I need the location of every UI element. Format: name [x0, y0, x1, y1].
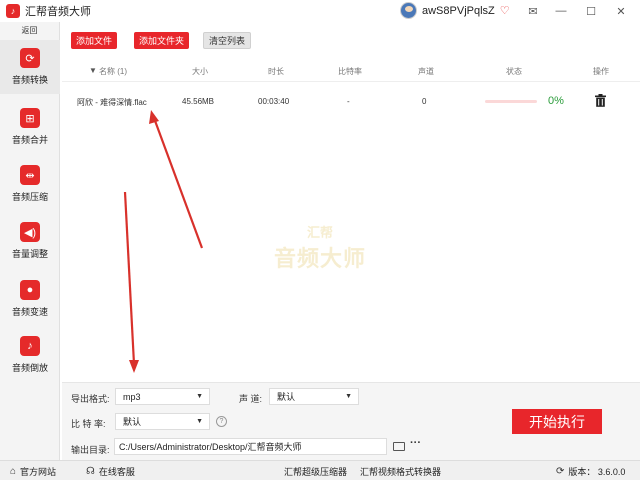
audio-compress-icon: ⇹ [20, 165, 40, 185]
column-bitrate: 比特率 [338, 67, 362, 76]
version-info[interactable]: ⟳ 版本： 3.6.0.0 [556, 465, 625, 478]
file-table-header: ▼ 名称 (1) 大小 时长 比特率 声道 状态 操作 [62, 60, 640, 82]
format-value: mp3 [123, 391, 141, 402]
user-name[interactable]: awS8PVjPqlsZ [422, 5, 495, 17]
sidebar-item-label: 音频压缩 [11, 192, 48, 202]
start-button[interactable]: 开始执行 [512, 409, 602, 434]
sidebar-item-label: 音频倒放 [11, 363, 48, 373]
file-channels: 0 [422, 97, 427, 106]
bitrate-value: 默认 [123, 417, 142, 427]
progress-bar [485, 100, 537, 103]
channel-value: 默认 [277, 392, 296, 402]
audio-merge-icon: ⊞ [20, 108, 40, 128]
help-icon[interactable]: ? [216, 416, 227, 427]
sort-down-icon[interactable]: ▼ [89, 66, 97, 75]
bitrate-label: 比 特 率: [71, 419, 106, 429]
add-file-button[interactable]: 添加文件 [71, 32, 118, 49]
annotation-arrow-2 [123, 191, 136, 365]
file-duration: 00:03:40 [258, 97, 290, 106]
sidebar-item-label: 音量调整 [11, 249, 48, 259]
avatar[interactable] [400, 2, 417, 19]
add-folder-button[interactable]: 添加文件夹 [134, 32, 190, 49]
sidebar-item-audio-reverse[interactable]: ♪ 音频倒放 [0, 328, 60, 382]
version-label: 版本： 3.6.0.0 [568, 467, 626, 477]
output-settings-panel: 导出格式: mp3 ▼ 声 道: 默认 ▼ 比 特 率: 默认 ▼ ? 输出目录… [62, 382, 640, 460]
back-button[interactable]: 返回 [0, 22, 59, 39]
annotation-arrow-1 [152, 117, 204, 249]
channel-label: 声 道: [239, 394, 263, 404]
app-title: 汇帮音频大师 [25, 6, 91, 18]
title-bar: ♪ 汇帮音频大师 awS8PVjPqlsZ ♡ ✉ — ☐ ✕ [0, 0, 640, 22]
column-actions: 操作 [593, 67, 609, 76]
official-site-label: 官方网站 [20, 467, 57, 477]
sidebar-item-audio-compress[interactable]: ⇹ 音频压缩 [0, 157, 60, 211]
file-size: 45.56MB [182, 97, 215, 106]
music-note-icon: ♪ [20, 336, 40, 356]
table-row[interactable]: 阿欣 - 难得深情.flac 45.56MB 00:03:40 - 0 0% [62, 88, 640, 114]
volume-icon: ◀) [20, 222, 40, 242]
column-duration: 时长 [268, 67, 284, 76]
output-dir-label: 输出目录: [71, 445, 110, 455]
maximize-icon[interactable]: ☐ [576, 0, 606, 22]
column-status: 状态 [506, 67, 522, 76]
sidebar-item-audio-convert[interactable]: ⟳ 音频转换 [0, 40, 60, 94]
chevron-down-icon: ▼ [345, 393, 352, 400]
file-name: 阿欣 - 难得深情.flac [77, 98, 147, 107]
bitrate-select[interactable]: 默认 ▼ [115, 413, 210, 430]
mail-icon[interactable]: ✉ [518, 0, 548, 22]
minimize-icon[interactable]: — [546, 0, 576, 22]
sidebar-item-audio-speed[interactable]: ● 音频变速 [0, 272, 60, 326]
compressor-link[interactable]: 汇帮超级压缩器 [284, 465, 347, 478]
headset-icon: ☊ [86, 466, 95, 477]
app-logo-icon: ♪ [6, 4, 20, 18]
column-size: 大小 [192, 67, 208, 76]
channel-select[interactable]: 默认 ▼ [269, 388, 359, 405]
microphone-icon: ● [20, 280, 40, 300]
chevron-down-icon: ▼ [196, 418, 203, 425]
progress-percent: 0% [548, 95, 564, 107]
file-bitrate: - [347, 97, 350, 106]
heart-shield-icon[interactable]: ♡ [500, 4, 510, 17]
sidebar-item-volume[interactable]: ◀) 音量调整 [0, 214, 60, 268]
sidebar: 返回 ⟳ 音频转换 ⊞ 音频合并 ⇹ 音频压缩 ◀) 音量调整 ● 音频变速 ♪… [0, 22, 60, 460]
output-path-input[interactable]: C:/Users/Administrator/Desktop/汇帮音频大师 [114, 438, 387, 455]
sidebar-item-label: 音频转换 [11, 75, 48, 85]
official-site-link[interactable]: ⌂ 官方网站 [10, 465, 56, 478]
trash-icon[interactable] [595, 94, 606, 107]
column-name[interactable]: 名称 (1) [99, 66, 127, 77]
support-label: 在线客服 [98, 467, 135, 477]
chevron-down-icon: ▼ [196, 393, 203, 400]
support-link[interactable]: ☊ 在线客服 [86, 465, 135, 478]
watermark-line2: 音频大师 [273, 245, 366, 271]
folder-icon[interactable] [393, 442, 405, 451]
footer: ⌂ 官方网站 ☊ 在线客服 汇帮超级压缩器 汇帮视频格式转换器 ⟳ 版本： 3.… [0, 460, 640, 480]
sidebar-item-label: 音频变速 [11, 307, 48, 317]
more-options-icon[interactable]: ··· [410, 437, 421, 449]
user-account[interactable]: awS8PVjPqlsZ ♡ [400, 2, 510, 19]
video-converter-link[interactable]: 汇帮视频格式转换器 [360, 465, 441, 478]
close-icon[interactable]: ✕ [606, 0, 636, 22]
clear-list-button[interactable]: 清空列表 [203, 32, 252, 49]
home-icon: ⌂ [10, 466, 17, 477]
watermark: 汇帮 音频大师 [240, 208, 400, 286]
annotation-arrowhead-2 [129, 360, 139, 373]
format-label: 导出格式: [71, 394, 110, 404]
refresh-icon: ⟳ [556, 466, 565, 477]
format-select[interactable]: mp3 ▼ [115, 388, 210, 405]
column-channels: 声道 [418, 67, 434, 76]
audio-convert-icon: ⟳ [20, 48, 40, 68]
sidebar-item-label: 音频合并 [11, 135, 48, 145]
sidebar-item-audio-merge[interactable]: ⊞ 音频合并 [0, 100, 60, 154]
watermark-line1: 汇帮 [306, 224, 333, 240]
